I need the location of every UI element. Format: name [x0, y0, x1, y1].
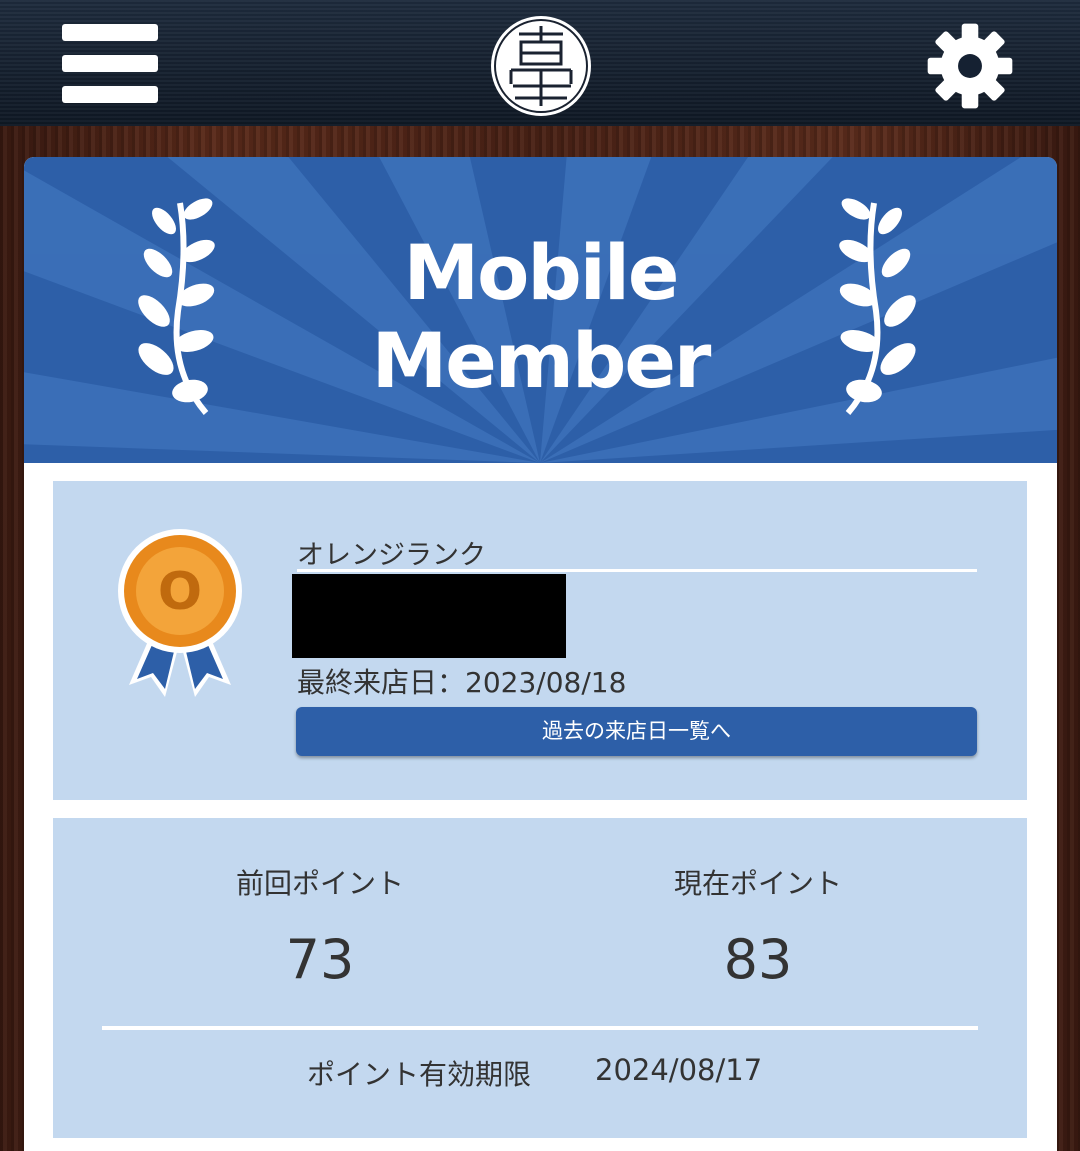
- visit-history-button[interactable]: 過去の来店日一覧へ: [296, 707, 977, 756]
- orange-rank-medal-icon: O: [118, 529, 242, 697]
- points-divider: [102, 1026, 978, 1030]
- shop-logo-seal[interactable]: [489, 14, 593, 118]
- member-card: Mobile Member O オレンジランク 最終来店日：2023/08/18…: [24, 157, 1057, 1151]
- previous-points-label: 前回ポイント: [235, 867, 404, 900]
- redacted-member-name: [292, 574, 566, 658]
- hamburger-line: [62, 86, 158, 103]
- points-panel: 前回ポイント 73 現在ポイント 83 ポイント有効期限 2024/08/17: [53, 818, 1027, 1138]
- rank-name: オレンジランク: [297, 540, 486, 571]
- mobile-member-banner: Mobile Member: [24, 157, 1057, 463]
- rank-divider: [297, 569, 977, 572]
- points-expiry-date: 2024/08/17: [595, 1053, 763, 1087]
- hamburger-line: [62, 55, 158, 72]
- last-visit-date: 最終来店日：2023/08/18: [297, 666, 627, 699]
- rank-panel: O オレンジランク 最終来店日：2023/08/18 過去の来店日一覧へ: [53, 481, 1027, 800]
- left-laurel-icon: [138, 198, 215, 415]
- gear-icon[interactable]: [920, 20, 1020, 112]
- menu-button[interactable]: [62, 24, 158, 104]
- hamburger-menu-icon: [62, 24, 158, 41]
- previous-points-value: 73: [285, 928, 355, 991]
- medal-letter: O: [158, 562, 202, 622]
- app-header: [0, 0, 1080, 126]
- points-expiry-label: ポイント有効期限: [307, 1058, 532, 1091]
- current-points-label: 現在ポイント: [673, 867, 842, 900]
- right-laurel-icon: [839, 198, 916, 415]
- current-points-value: 83: [723, 928, 793, 991]
